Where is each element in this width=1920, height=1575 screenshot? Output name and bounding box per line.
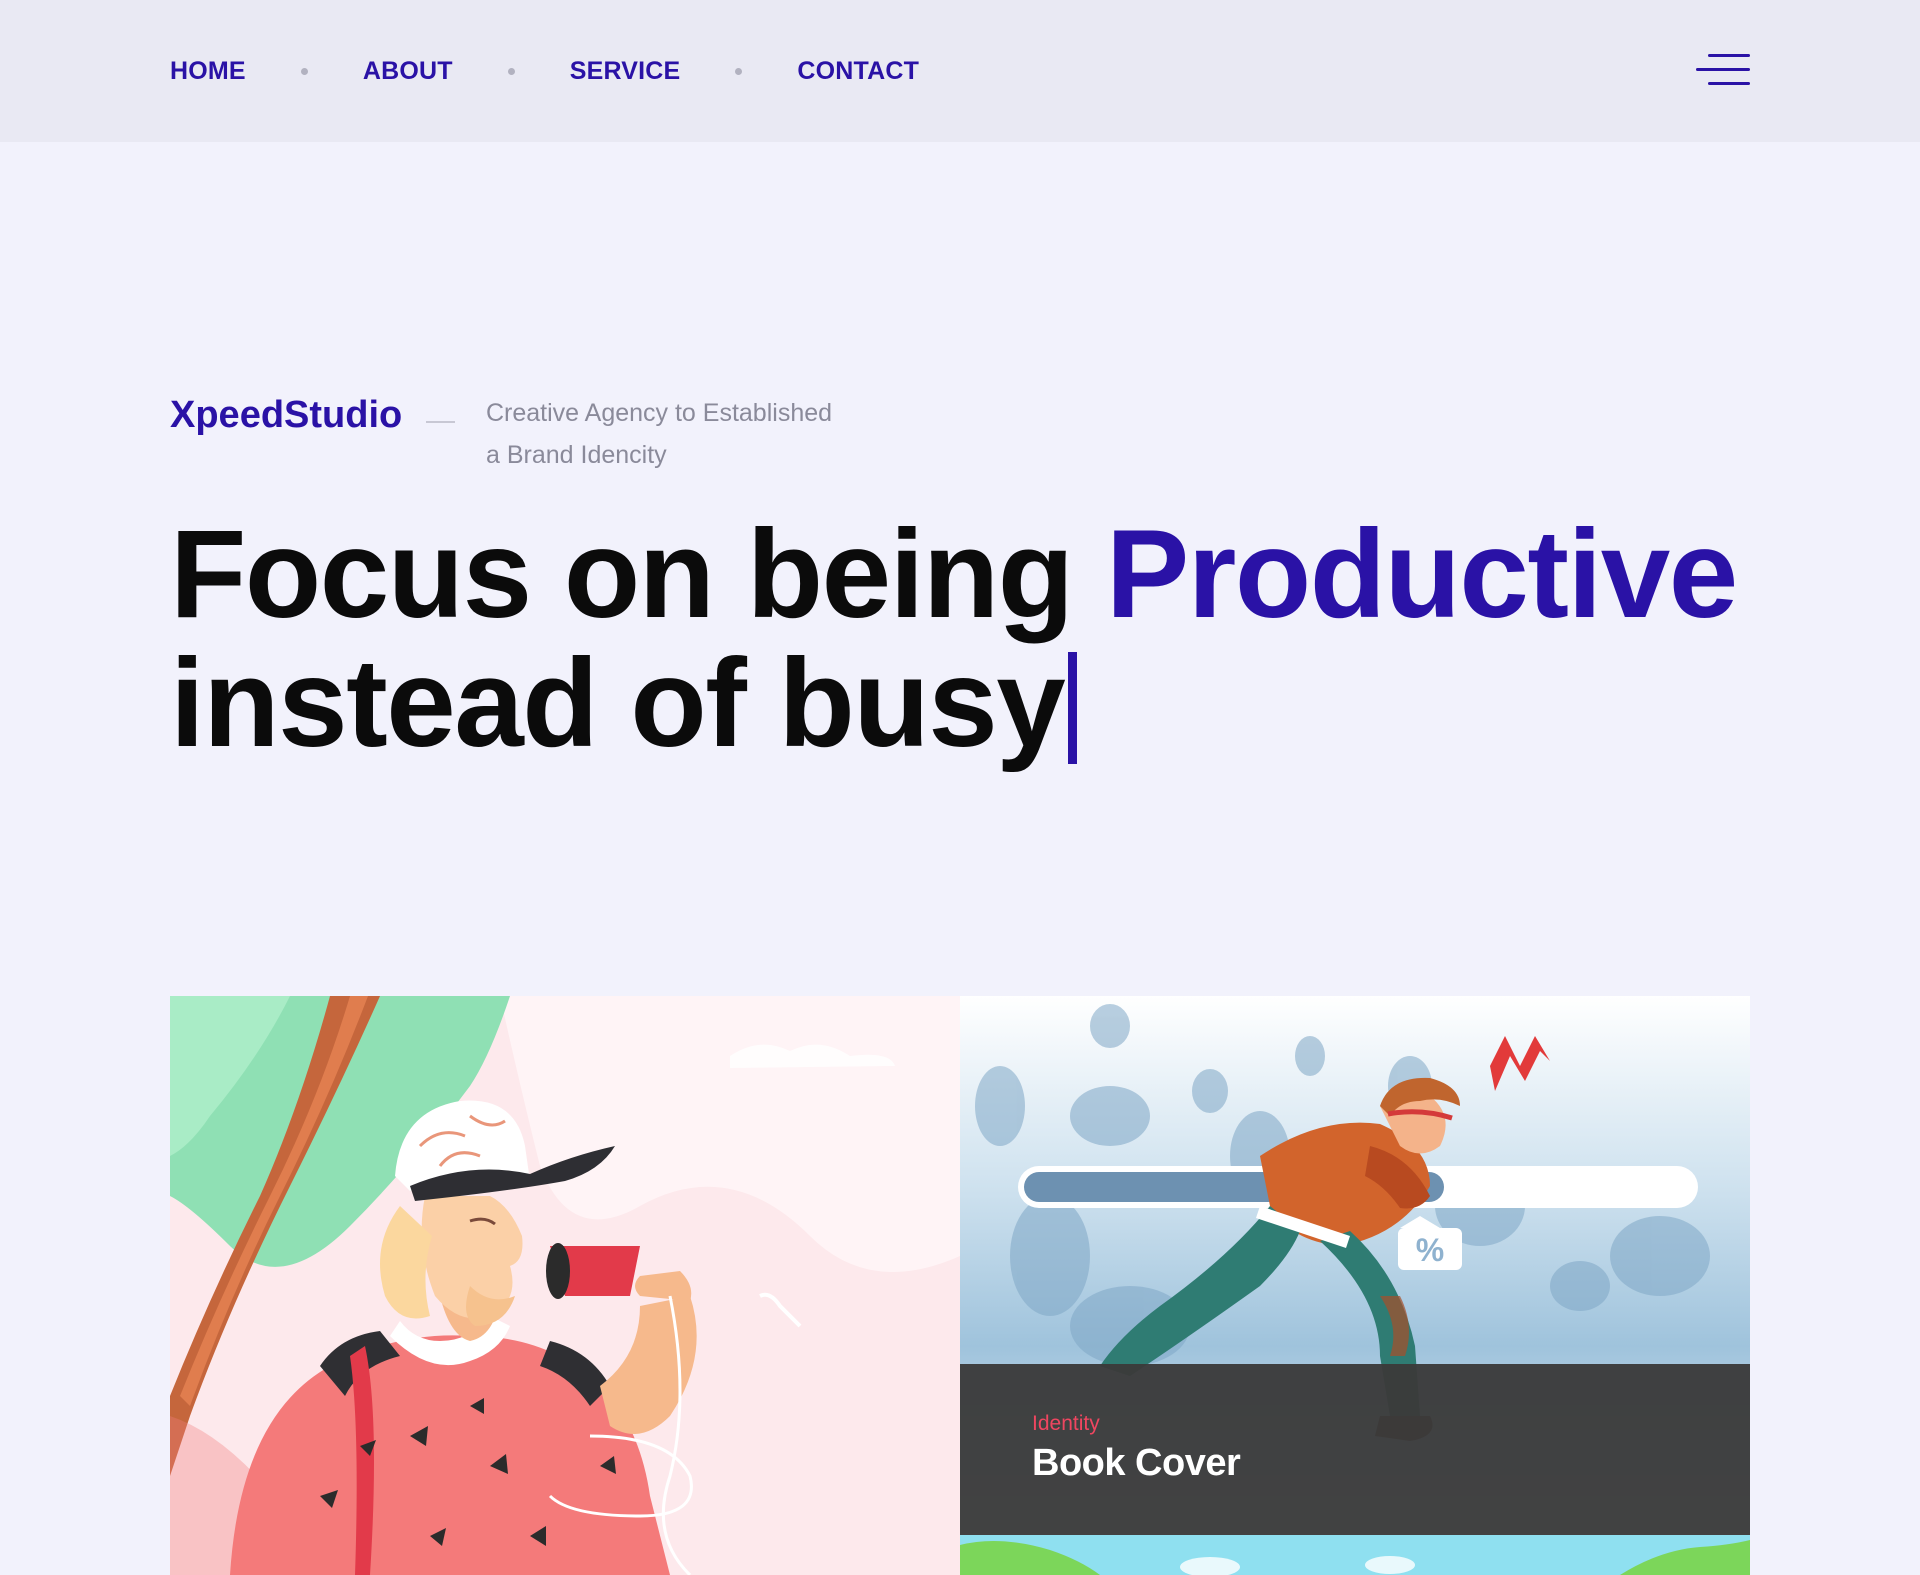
tagline-line-1: Creative Agency to Established (486, 399, 833, 427)
brand-name: XpeedStudio (170, 394, 403, 436)
brand-divider (426, 421, 455, 423)
portfolio-card-landscape[interactable] (960, 1535, 1750, 1575)
portfolio-category: Identity (1032, 1412, 1100, 1435)
nav-separator-dot (735, 67, 743, 75)
site-header: HOME ABOUT SERVICE CONTACT (0, 0, 1920, 142)
headline-text-2: instead of busy (170, 634, 1066, 773)
headline-accent: Productive (1105, 505, 1739, 644)
portfolio-card-illustration[interactable] (170, 996, 960, 1575)
brand-tagline: Creative Agency to Established a Brand I… (486, 392, 866, 476)
nav-separator-dot (300, 67, 308, 75)
svg-text:%: % (1416, 1232, 1444, 1268)
man-with-can-phone-illustration (170, 996, 960, 1575)
nav-about[interactable]: ABOUT (363, 57, 453, 86)
nav-home[interactable]: HOME (170, 57, 246, 86)
hero-headline: Focus on being Productive instead of bus… (170, 510, 1790, 768)
portfolio-card-book-cover[interactable]: % Identity Book Cover (960, 996, 1750, 1535)
hamburger-menu-icon[interactable] (1696, 52, 1750, 88)
headline-text-1: Focus on being (170, 505, 1106, 644)
nav-service[interactable]: SERVICE (570, 57, 681, 86)
portfolio-caption: Identity Book Cover (960, 1364, 1750, 1535)
portfolio-title[interactable]: Book Cover (1032, 1442, 1241, 1485)
nav-contact[interactable]: CONTACT (797, 57, 919, 86)
green-landscape-illustration (960, 1535, 1750, 1575)
typing-caret (1068, 652, 1078, 764)
main-nav: HOME ABOUT SERVICE CONTACT (170, 0, 919, 142)
nav-separator-dot (507, 67, 515, 75)
tagline-line-2: a Brand Idencity (486, 441, 667, 469)
